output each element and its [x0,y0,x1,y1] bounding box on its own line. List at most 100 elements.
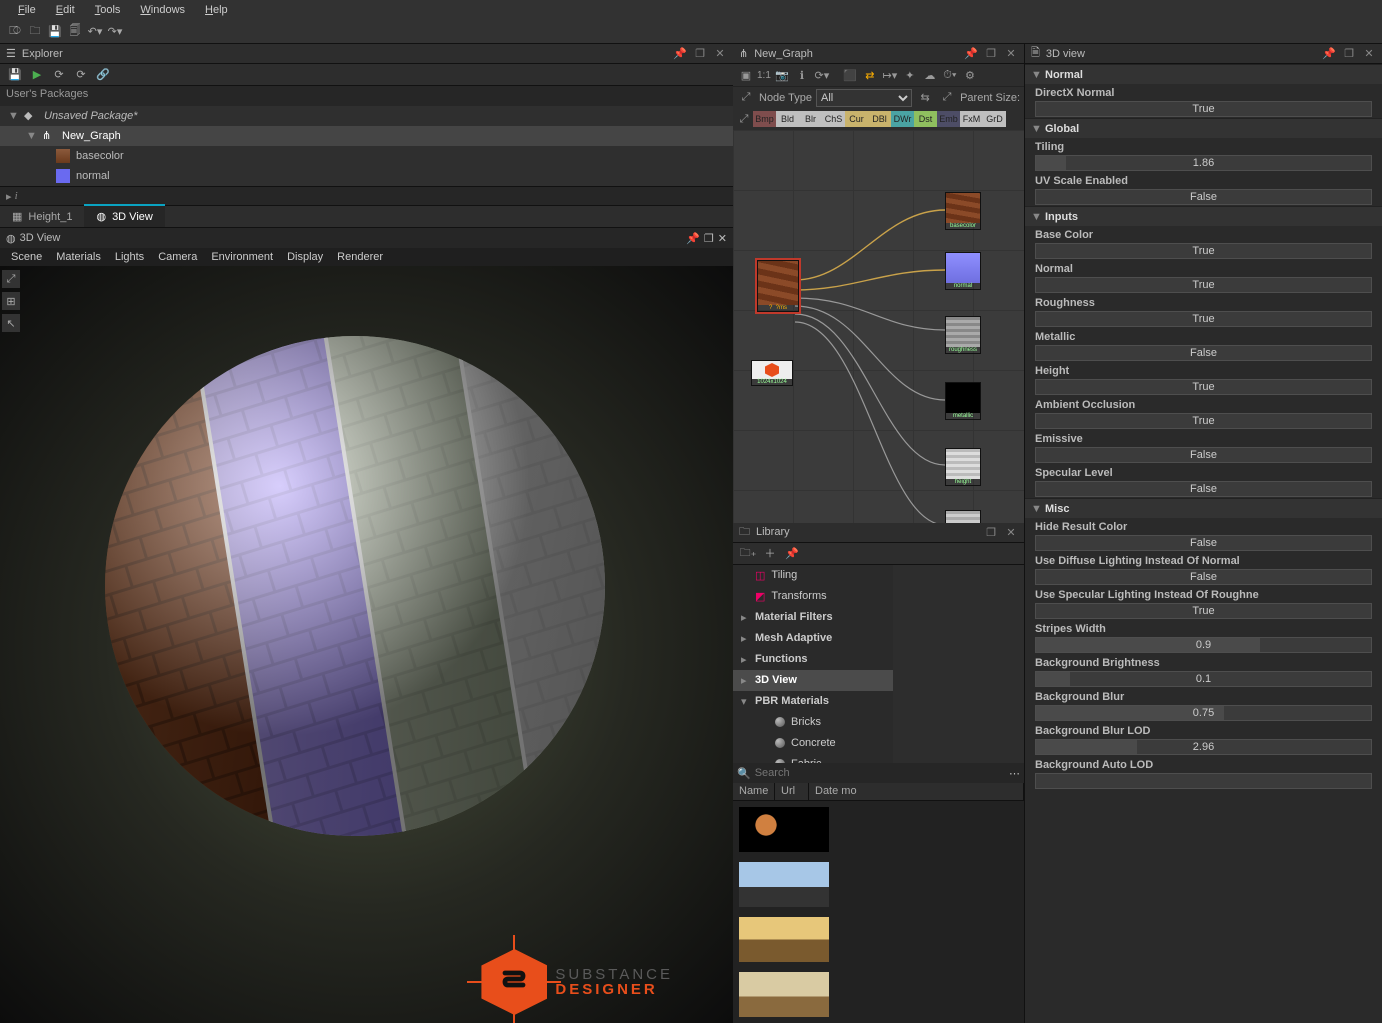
popout-icon[interactable]: ⤢ [2,270,20,288]
menu-materials[interactable]: Materials [49,249,108,265]
lib-item-fabric[interactable]: Fabric [733,754,893,764]
menu-renderer[interactable]: Renderer [330,249,390,265]
menu-scene[interactable]: Scene [4,249,49,265]
pin-icon[interactable]: 📌 [964,47,978,61]
highlight-icon[interactable]: ⬛ [841,66,859,84]
library-thumbs[interactable] [733,801,1024,1023]
inspector-body[interactable]: ▼NormalDirectX NormalTrue▼GlobalTiling1.… [1025,64,1382,1023]
menu-lights[interactable]: Lights [108,249,151,265]
refresh-all-icon[interactable]: ⟳ [72,66,90,84]
prop-value[interactable]: False [1035,345,1372,361]
node-out-ao[interactable]: ao [945,510,981,523]
prop-value[interactable]: True [1035,603,1372,619]
chip-bmp[interactable]: Bmp [753,111,776,127]
prop-value[interactable]: False [1035,481,1372,497]
settings-icon[interactable]: ⚙ [961,66,979,84]
menu-windows[interactable]: Windows [130,2,195,18]
section-misc[interactable]: ▼Misc [1025,498,1382,518]
prop-value[interactable]: 1.86 [1035,155,1372,171]
tab-height[interactable]: ▦ Height_1 [0,206,84,227]
node-out-roughness[interactable]: roughness [945,316,981,354]
menu-help[interactable]: Help [195,2,238,18]
chips-expand-icon[interactable]: ⤢ [735,110,753,128]
tree-graph[interactable]: ▼ ⋔ New_Graph [0,126,733,146]
chip-grd[interactable]: GrD [983,111,1006,127]
prop-value[interactable]: 0.75 [1035,705,1372,721]
menu-tools[interactable]: Tools [85,2,131,18]
twisty-icon[interactable]: ▼ [1031,69,1039,81]
pin-icon[interactable]: 📌 [686,232,700,245]
prop-value[interactable]: False [1035,189,1372,205]
lib-item-bricks[interactable]: Bricks [733,712,893,733]
twisty-icon[interactable]: ▸ [741,632,749,645]
twisty-icon[interactable]: ▸ [741,674,749,687]
menu-environment[interactable]: Environment [204,249,280,265]
hswap-icon[interactable]: ⇄ [861,66,879,84]
lib-pin-icon[interactable]: 📌 [783,544,801,562]
chip-bld[interactable]: Bld [776,111,799,127]
tab-3dview[interactable]: ◍ 3D View [84,204,164,227]
menu-display[interactable]: Display [280,249,330,265]
prop-value[interactable]: True [1035,311,1372,327]
node-type-select[interactable]: All [816,89,912,107]
close-icon[interactable]: ✕ [718,232,727,245]
node-out-metallic[interactable]: metallic [945,382,981,420]
col-name[interactable]: Name [733,783,775,800]
prop-value[interactable]: False [1035,447,1372,463]
camera-icon[interactable]: 📷 [773,66,791,84]
node-out-height[interactable]: height [945,448,981,486]
new-substance-icon[interactable]: ⎄ [6,23,24,41]
chip-chs[interactable]: ChS [822,111,845,127]
section-global[interactable]: ▼Global [1025,118,1382,138]
align-icon[interactable]: ↦▾ [881,66,899,84]
node-out-normal[interactable]: normal [945,252,981,290]
tree-package[interactable]: ▼ ◆ Unsaved Package* [0,106,733,126]
restore-icon[interactable]: ❐ [984,47,998,61]
chip-dwr[interactable]: DWr [891,111,914,127]
chip-dbl[interactable]: DBl [868,111,891,127]
section-inputs[interactable]: ▼Inputs [1025,206,1382,226]
section-normal[interactable]: ▼Normal [1025,64,1382,84]
twisty-icon[interactable]: ▼ [8,110,18,122]
prop-value[interactable]: False [1035,569,1372,585]
chip-cur[interactable]: Cur [845,111,868,127]
prop-value[interactable] [1035,773,1372,789]
close-icon[interactable]: ✕ [1004,525,1018,539]
prop-value[interactable]: True [1035,101,1372,117]
tree-output-normal[interactable]: normal [0,166,733,186]
prop-value[interactable]: True [1035,277,1372,293]
hdri-thumb[interactable] [739,807,829,852]
close-icon[interactable]: ✕ [713,47,727,61]
hdri-thumb[interactable] [739,917,829,962]
prop-value[interactable]: 0.9 [1035,637,1372,653]
twisty-icon[interactable]: ▼ [1031,503,1039,515]
move-icon[interactable]: ↖ [2,314,20,332]
chip-fxm[interactable]: FxM [960,111,983,127]
tree-output-basecolor[interactable]: basecolor [0,146,733,166]
hdri-thumb[interactable] [739,972,829,1017]
expand-icon[interactable]: ⤢ [737,89,755,107]
save-icon[interactable]: 💾 [46,23,64,41]
flow-icon[interactable]: ☁ [921,66,939,84]
twisty-icon[interactable]: ▾ [741,695,749,708]
prop-value[interactable]: True [1035,243,1372,259]
restore-icon[interactable]: ❐ [1342,47,1356,61]
viewport-3d[interactable]: ⤢ ⊞ ↖ [0,266,733,1023]
hdri-thumb[interactable] [739,862,829,907]
timing-icon[interactable]: ⏱▾ [941,66,959,84]
twisty-icon[interactable]: ▸ [741,653,749,666]
graph-canvas[interactable]: ? ?ms 1024x1024 basecolor normal roughne… [733,130,1024,523]
pin-icon[interactable]: 📌 [1322,47,1336,61]
twisty-icon[interactable]: ▼ [26,130,36,142]
node-source[interactable]: ? ?ms [757,260,799,312]
lib-add-icon[interactable]: 🗀₊ [739,544,757,562]
lib-item-material-filters[interactable]: ▸Material Filters [733,607,893,628]
node-out-basecolor[interactable]: basecolor [945,192,981,230]
chip-emb[interactable]: Emb [937,111,960,127]
library-search-input[interactable] [755,767,1005,779]
close-icon[interactable]: ✕ [1362,47,1376,61]
lib-addfilter-icon[interactable]: ＋ [761,544,779,562]
link-icon[interactable]: 🔗 [94,66,112,84]
chip-dst[interactable]: Dst [914,111,937,127]
close-icon[interactable]: ✕ [1004,47,1018,61]
